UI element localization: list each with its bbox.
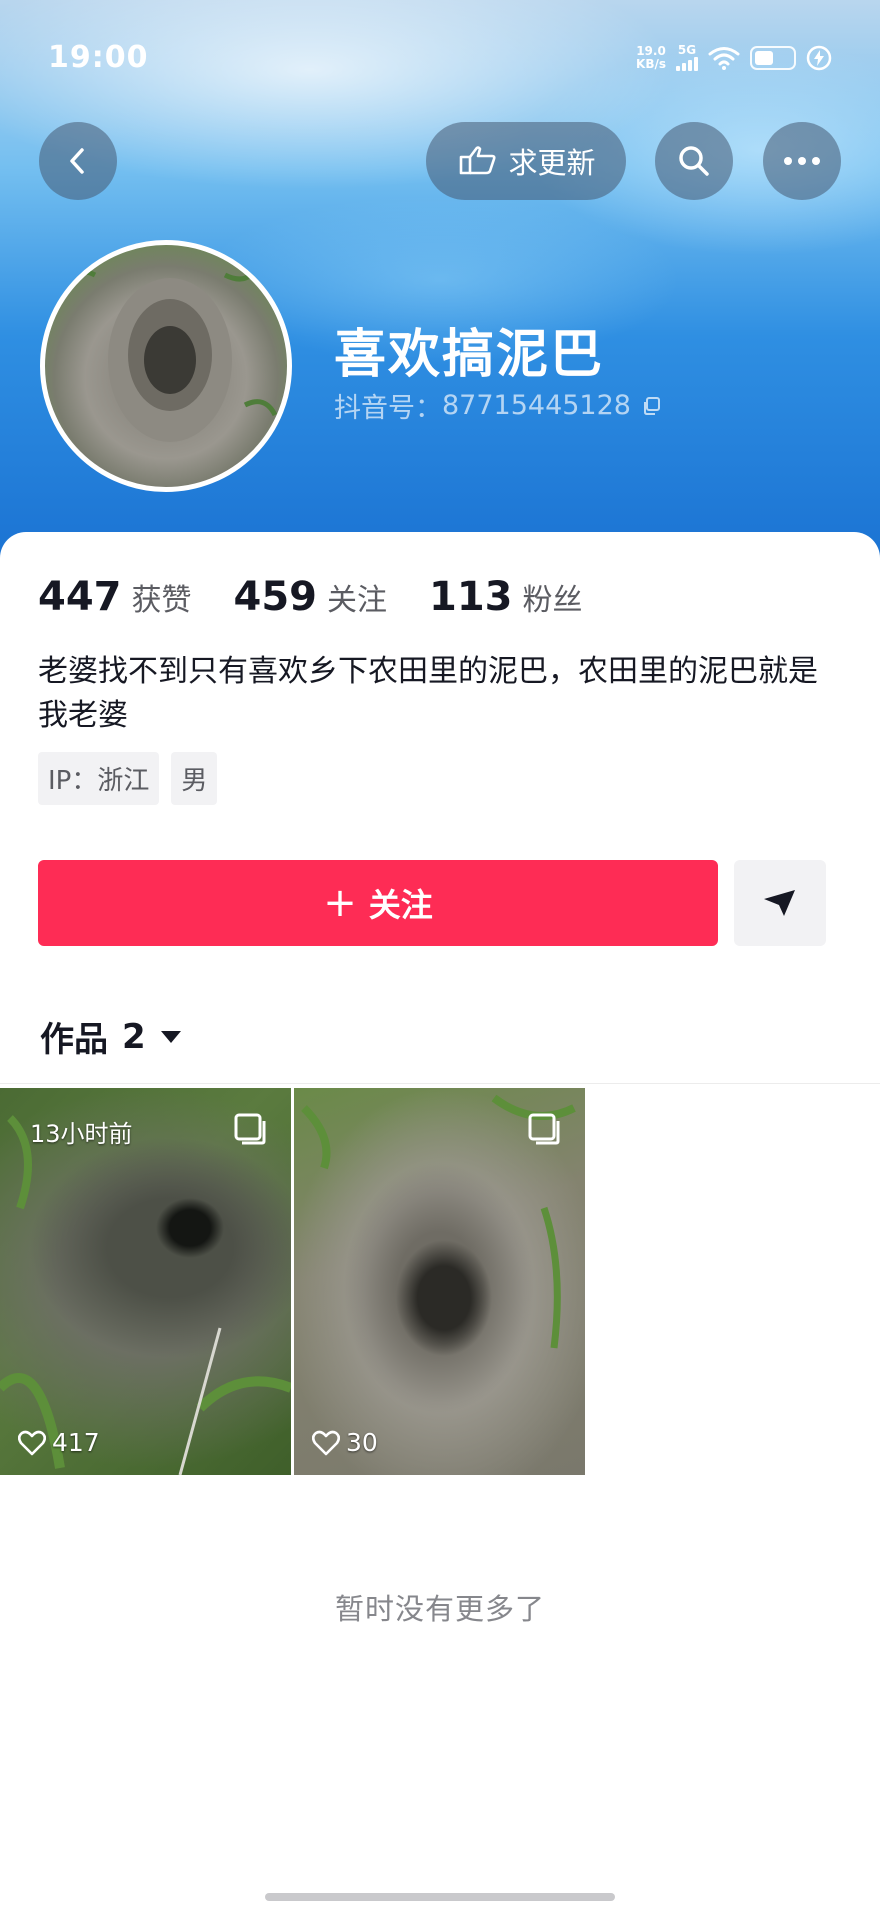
douyin-id: 87715445128 xyxy=(442,390,631,421)
followers-label[interactable]: 粉丝 xyxy=(523,575,583,619)
status-time: 19:00 xyxy=(48,40,149,75)
works-tab-label: 作品 xyxy=(40,1020,108,1060)
video-likes: 417 xyxy=(18,1428,100,1457)
caret-down-icon xyxy=(160,1030,181,1043)
back-arrow-icon xyxy=(70,148,84,174)
search-button[interactable] xyxy=(655,122,733,200)
video-post-time: 13小时前 xyxy=(30,1120,133,1148)
video-tile[interactable]: 13小时前 417 xyxy=(0,1088,291,1475)
search-icon xyxy=(679,146,709,176)
pointing-hand-icon xyxy=(460,146,497,175)
works-count: 2 xyxy=(122,1016,146,1057)
net-speed: 19.0 KB/s xyxy=(636,43,666,71)
divider xyxy=(0,1083,880,1084)
gender-tag: 男 xyxy=(171,752,218,805)
signal-indicator: 5G xyxy=(676,44,698,71)
multi-image-icon xyxy=(234,1113,266,1145)
works-grid: 13小时前 417 30 xyxy=(0,1088,585,1475)
heart-icon xyxy=(312,1430,340,1455)
request-update-label: 求更新 xyxy=(508,146,596,180)
following-count[interactable]: 459 xyxy=(234,574,318,620)
video-likes-count: 417 xyxy=(52,1428,100,1457)
message-button[interactable] xyxy=(734,860,826,946)
heart-icon xyxy=(18,1430,46,1455)
net-speed-unit: KB/s xyxy=(636,56,666,71)
more-icon xyxy=(784,157,820,165)
follow-label: 关注 xyxy=(368,886,433,924)
copy-icon[interactable] xyxy=(641,396,661,416)
home-indicator[interactable] xyxy=(265,1893,615,1901)
avatar[interactable] xyxy=(40,240,292,492)
avatar-mud-hole-image xyxy=(62,268,278,442)
likes-count: 447 xyxy=(38,574,122,620)
follow-button[interactable]: + 关注 xyxy=(38,860,718,946)
request-update-button[interactable]: 求更新 xyxy=(426,122,626,200)
net-speed-value: 19.0 xyxy=(636,43,666,58)
profile-name: 喜欢搞泥巴 xyxy=(334,325,605,385)
video-likes: 30 xyxy=(312,1428,378,1457)
douyin-id-label: 抖音号： xyxy=(334,393,442,424)
following-label[interactable]: 关注 xyxy=(327,575,387,619)
tab-works[interactable]: 作品 2 xyxy=(40,1012,182,1061)
signal-bars-icon xyxy=(676,57,698,71)
likes-label: 获赞 xyxy=(131,583,192,618)
charging-icon xyxy=(806,45,832,70)
more-button[interactable] xyxy=(763,122,841,200)
wifi-icon xyxy=(708,46,740,70)
stats-row: 447 获赞 459 关注 113 粉丝 xyxy=(38,574,625,620)
send-message-icon xyxy=(764,890,795,916)
status-bar-icons: 19.0 KB/s 5G xyxy=(636,44,832,71)
multi-image-icon xyxy=(528,1113,560,1145)
profile-tags: IP：浙江 男 xyxy=(38,752,218,805)
profile-bio: 老婆找不到只有喜欢乡下农田里的泥巴，农田里的泥巴就是我老婆 xyxy=(38,654,818,733)
ip-location-tag: IP：浙江 xyxy=(38,752,160,805)
battery-icon xyxy=(750,45,796,70)
douyin-id-row: 抖音号： 87715445128 xyxy=(334,386,661,425)
video-thumbnail-2 xyxy=(301,1094,576,1349)
no-more-text: 暂时没有更多了 xyxy=(334,1592,545,1626)
followers-count[interactable]: 113 xyxy=(429,574,513,620)
video-likes-count: 30 xyxy=(346,1428,378,1457)
network-type: 5G xyxy=(677,43,697,57)
plus-icon: + xyxy=(323,880,357,926)
back-button[interactable] xyxy=(39,122,117,200)
video-tile[interactable]: 30 xyxy=(294,1088,585,1475)
